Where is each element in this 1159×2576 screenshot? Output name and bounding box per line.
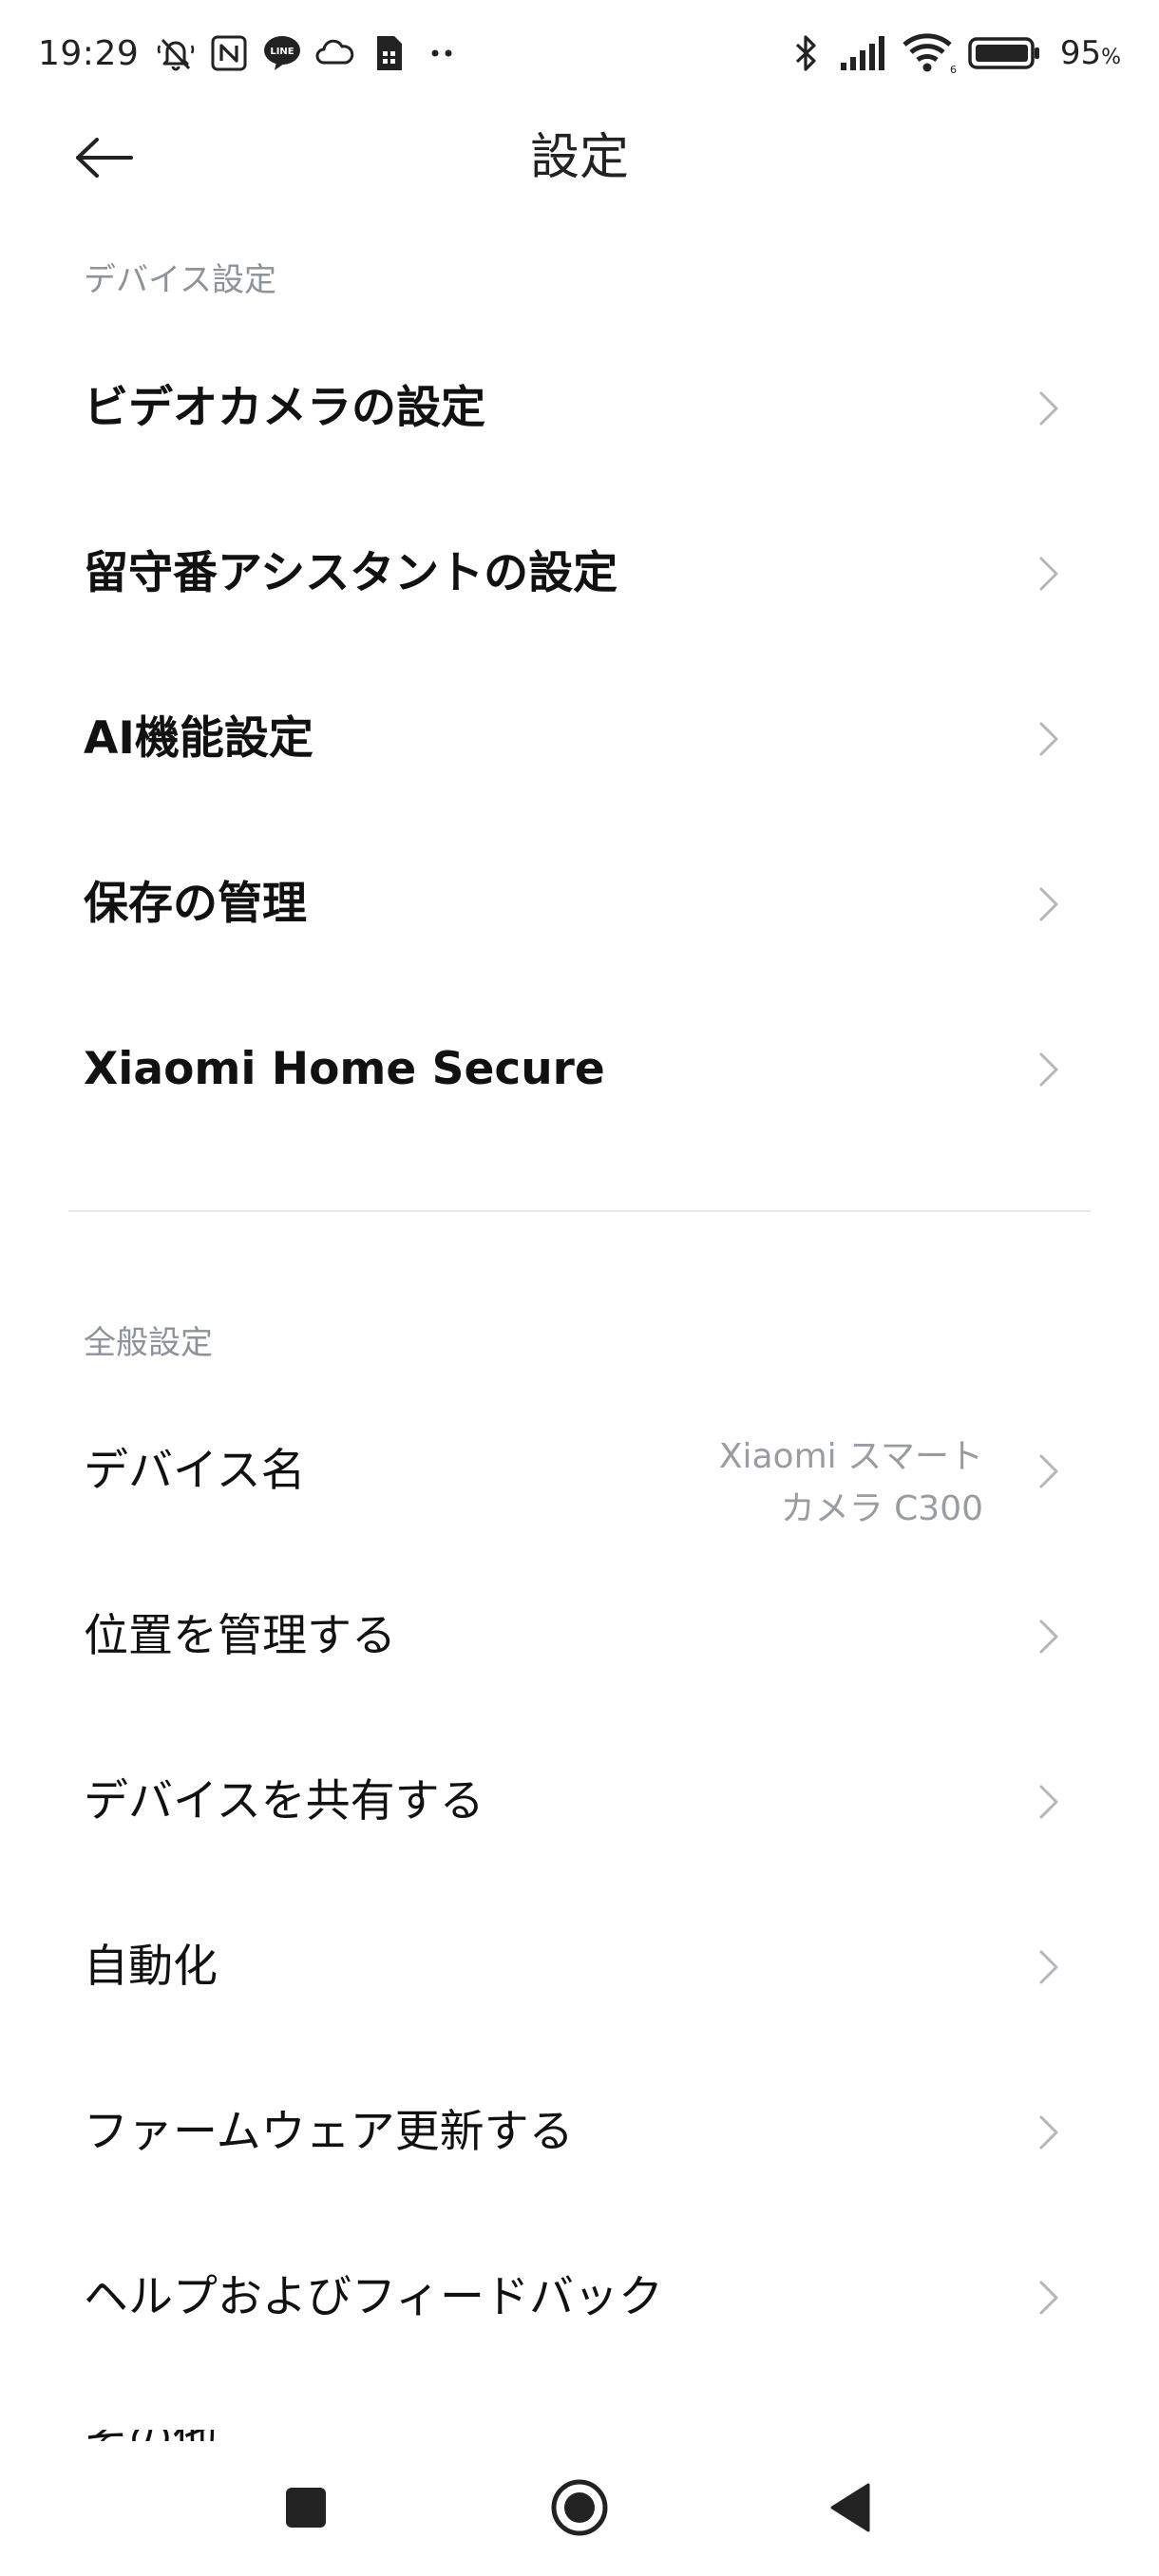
- back-button[interactable]: [66, 129, 142, 186]
- mute-bell-icon: [154, 31, 198, 75]
- sim-card-icon: [367, 31, 410, 75]
- nfc-icon: [207, 31, 251, 75]
- settings-item-label: 保存の管理: [84, 878, 307, 930]
- section-label-device-settings: デバイス設定: [84, 261, 276, 299]
- settings-item-partial-label: その他の設定: [84, 2430, 226, 2441]
- device-name-value-line2: カメラ C300: [780, 1489, 983, 1528]
- settings-item-label: デバイスを共有する: [84, 1775, 484, 1828]
- settings-item-manage-location[interactable]: 位置を管理する: [0, 1554, 1159, 1719]
- settings-item-share-device[interactable]: デバイスを共有する: [0, 1719, 1159, 1885]
- settings-item-label: 留守番アシスタントの設定: [84, 547, 618, 599]
- battery-icon: [967, 31, 1043, 75]
- settings-item-video-camera[interactable]: ビデオカメラの設定: [0, 326, 1159, 491]
- settings-item-device-name[interactable]: デバイス名 Xiaomi スマート カメラ C300: [0, 1389, 1159, 1554]
- svg-text:6: 6: [950, 64, 957, 75]
- chevron-right-icon: [1039, 1785, 1058, 1819]
- settings-item-label: ファームウェア更新する: [84, 2106, 574, 2158]
- settings-item-label: 位置を管理する: [84, 1610, 396, 1662]
- chevron-right-icon: [1039, 2115, 1058, 2150]
- recents-square-icon: [286, 2488, 326, 2528]
- settings-item-ai-features[interactable]: AI機能設定: [0, 656, 1159, 822]
- settings-item-label: ヘルプおよびフィードバック: [84, 2271, 664, 2323]
- settings-item-storage-management[interactable]: 保存の管理: [0, 822, 1159, 987]
- status-time: 19:29: [38, 33, 140, 73]
- status-left-group: 19:29 LINE: [38, 28, 473, 78]
- chevron-right-icon: [1039, 391, 1058, 426]
- arrow-left-icon: [76, 138, 133, 178]
- battery-percent-label: 95%: [1060, 34, 1121, 72]
- chevron-right-icon: [1039, 2281, 1058, 2315]
- chevron-right-icon: [1039, 1950, 1058, 1984]
- header: 設定: [0, 104, 1159, 211]
- page-title: 設定: [529, 129, 629, 186]
- svg-text:LINE: LINE: [271, 47, 294, 57]
- chevron-right-icon: [1039, 1052, 1058, 1087]
- settings-item-label: Xiaomi Home Secure: [84, 1043, 605, 1095]
- section-label-general-settings: 全般設定: [84, 1324, 213, 1362]
- battery-percent-suffix: %: [1101, 46, 1121, 69]
- status-right-group: 6 95%: [785, 28, 1121, 78]
- home-button[interactable]: [542, 2470, 618, 2546]
- settings-item-label: デバイス名: [84, 1445, 306, 1497]
- chevron-right-icon: [1039, 557, 1058, 591]
- settings-item-label: ビデオカメラの設定: [84, 382, 485, 434]
- settings-item-help-feedback[interactable]: ヘルプおよびフィードバック: [0, 2215, 1159, 2380]
- settings-item-label: 自動化: [84, 1941, 218, 1993]
- cloud-icon: [314, 31, 357, 75]
- more-dots-icon: [420, 31, 464, 75]
- settings-item-automation[interactable]: 自動化: [0, 1885, 1159, 2050]
- bluetooth-icon: [785, 31, 828, 75]
- cellular-signal-icon: [838, 31, 891, 75]
- status-bar: 19:29 LINE 6 95%: [0, 0, 1159, 104]
- back-nav-button[interactable]: [813, 2470, 889, 2546]
- section-divider: [68, 1210, 1091, 1212]
- battery-percent-value: 95: [1059, 34, 1102, 72]
- wifi-icon: 6: [901, 31, 958, 75]
- home-circle-icon: [551, 2479, 608, 2536]
- system-navigation-bar: [0, 2441, 1159, 2576]
- settings-item-label: AI機能設定: [84, 712, 314, 765]
- device-name-value: Xiaomi スマート カメラ C300: [719, 1430, 983, 1535]
- chevron-right-icon: [1039, 887, 1058, 921]
- settings-item-partial[interactable]: その他の設定: [84, 2430, 226, 2441]
- settings-item-firmware-update[interactable]: ファームウェア更新する: [0, 2050, 1159, 2215]
- chevron-right-icon: [1039, 1454, 1058, 1488]
- line-app-icon: LINE: [260, 31, 304, 75]
- back-triangle-icon: [830, 2483, 870, 2532]
- chevron-right-icon: [1039, 722, 1058, 756]
- settings-item-home-secure[interactable]: Xiaomi Home Secure: [0, 987, 1159, 1152]
- device-name-value-line1: Xiaomi スマート: [718, 1437, 983, 1476]
- recents-button[interactable]: [268, 2470, 344, 2546]
- settings-item-answering-assistant[interactable]: 留守番アシスタントの設定: [0, 491, 1159, 656]
- chevron-right-icon: [1039, 1619, 1058, 1654]
